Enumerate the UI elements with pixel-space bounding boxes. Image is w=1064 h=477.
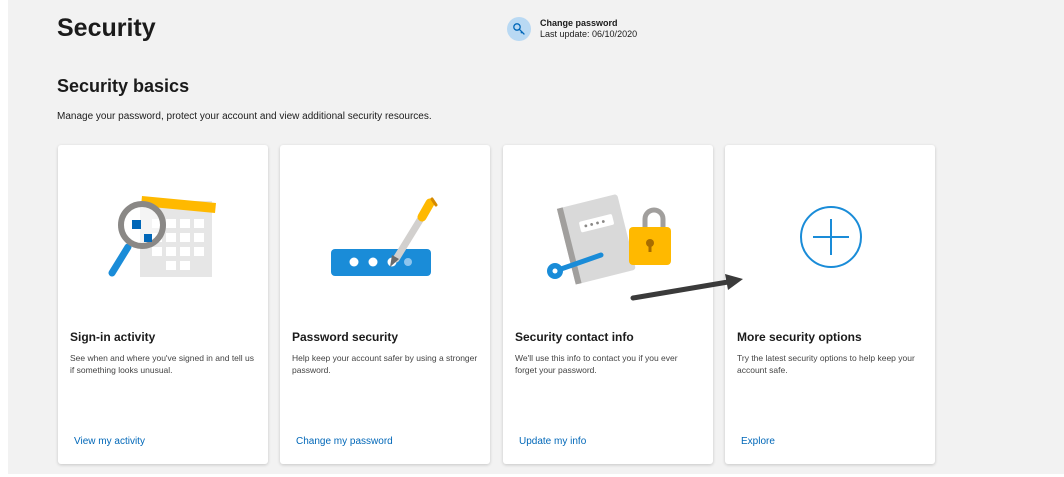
card-security-contact-info: Security contact info We'll use this inf… [503,145,713,464]
password-pen-icon [331,197,438,276]
change-my-password-link[interactable]: Change my password [296,436,393,447]
card-password-security: Password security Help keep your account… [280,145,490,464]
annotation-arrow-icon [630,274,743,301]
last-update-text: Last update: 06/10/2020 [540,29,638,39]
section-description: Manage your password, protect your accou… [57,111,432,122]
change-password-title: Change password [540,18,618,28]
key-icon [507,17,531,41]
card-sign-in-activity: Sign-in activity See when and where you'… [58,145,268,464]
card-title: Password security [292,330,399,344]
card-description: See when and where you've signed in and … [70,353,255,375]
card-description: Help keep your account safer by using a … [292,353,478,375]
card-title: More security options [737,330,862,344]
change-password-status[interactable]: Change password Last update: 06/10/2020 [507,17,637,41]
explore-link[interactable]: Explore [741,436,775,447]
plus-circle-icon [800,206,862,268]
card-description: We'll use this info to contact you if yo… [515,353,678,375]
page-title: Security [57,14,156,42]
card-description: Try the latest security options to help … [737,353,915,375]
calendar-magnifier-icon [108,196,216,277]
card-title: Security contact info [515,330,634,344]
view-my-activity-link[interactable]: View my activity [74,436,145,447]
section-title: Security basics [57,76,190,96]
update-my-info-link[interactable]: Update my info [519,436,586,447]
card-more-security-options: More security options Try the latest sec… [725,145,935,464]
card-title: Sign-in activity [70,330,156,344]
